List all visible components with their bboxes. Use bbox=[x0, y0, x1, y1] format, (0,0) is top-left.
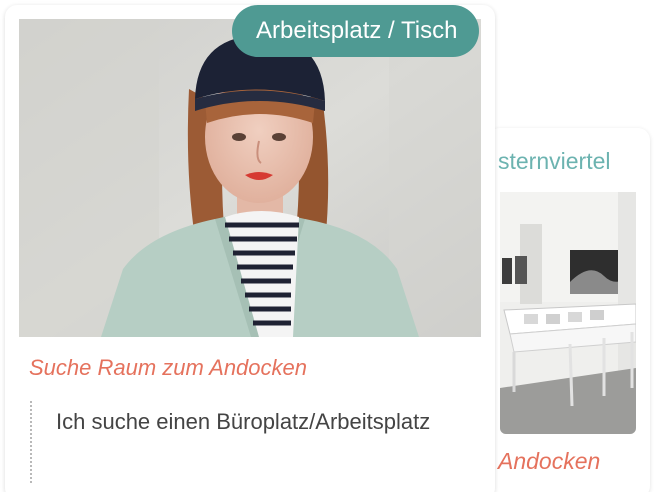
listing-description-quote: Ich suche einen Büroplatz/Arbeitsplatz bbox=[30, 401, 462, 483]
category-badge[interactable]: Arbeitsplatz / Tisch bbox=[232, 5, 480, 57]
portrait-image bbox=[19, 19, 481, 337]
listing-card-secondary[interactable]: sternviertel Andocken bbox=[488, 128, 650, 492]
exhibition-room-image bbox=[500, 192, 636, 434]
listing-description: Ich suche einen Büroplatz/Arbeitsplatz bbox=[56, 409, 431, 434]
listing-card-primary[interactable]: Arbeitsplatz / Tisch Suche Raum zum Ando… bbox=[5, 5, 495, 492]
listing-card-subtitle: Andocken bbox=[498, 448, 601, 474]
listing-photo-person[interactable] bbox=[19, 19, 481, 337]
listing-carousel: sternviertel Andocken Arbeitsplatz / Tis… bbox=[0, 0, 655, 492]
listing-photo-exhibition-room[interactable] bbox=[500, 192, 636, 434]
listing-card-title: sternviertel bbox=[498, 148, 611, 174]
listing-card-subtitle: Suche Raum zum Andocken bbox=[29, 355, 307, 380]
